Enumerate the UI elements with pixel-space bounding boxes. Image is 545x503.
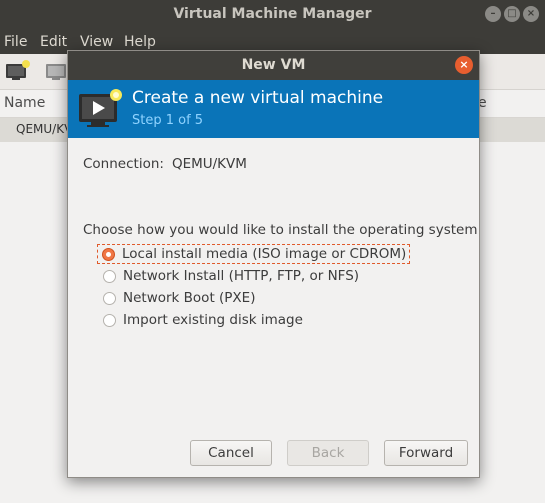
back-button[interactable]: Back xyxy=(287,440,369,466)
dialog-close-icon[interactable]: × xyxy=(455,56,473,74)
radio-button[interactable] xyxy=(103,291,116,305)
radio-button-selected[interactable] xyxy=(102,247,115,261)
cancel-button[interactable]: Cancel xyxy=(190,440,272,466)
connection-label: Connection: xyxy=(83,156,164,172)
new-vm-icon xyxy=(79,89,122,127)
maximize-icon[interactable]: □ xyxy=(504,6,520,22)
radio-label: Network Boot (PXE) xyxy=(123,290,256,306)
main-titlebar: Virtual Machine Manager – □ × xyxy=(0,0,545,30)
radio-network-install[interactable]: Network Install (HTTP, FTP, or NFS) xyxy=(99,266,359,286)
forward-button[interactable]: Forward xyxy=(384,440,468,466)
window-controls: – □ × xyxy=(485,6,539,22)
radio-label: Local install media (ISO image or CDROM) xyxy=(122,246,407,262)
radio-import-disk[interactable]: Import existing disk image xyxy=(99,310,303,330)
main-window-title: Virtual Machine Manager xyxy=(173,6,372,22)
connection-info: Connection: QEMU/KVM xyxy=(83,156,247,172)
dialog-title: New VM xyxy=(241,57,306,73)
radio-button[interactable] xyxy=(103,313,116,327)
wizard-banner: Create a new virtual machine Step 1 of 5 xyxy=(68,80,479,138)
menu-edit[interactable]: Edit xyxy=(40,34,67,50)
radio-local-install[interactable]: Local install media (ISO image or CDROM) xyxy=(97,244,411,264)
radio-network-boot[interactable]: Network Boot (PXE) xyxy=(99,288,255,308)
close-icon[interactable]: × xyxy=(523,6,539,22)
banner-step: Step 1 of 5 xyxy=(132,113,204,128)
menu-view[interactable]: View xyxy=(80,34,113,50)
radio-button[interactable] xyxy=(103,269,116,283)
new-vm-icon[interactable] xyxy=(4,59,32,83)
banner-title: Create a new virtual machine xyxy=(132,88,384,108)
dialog-titlebar: New VM × xyxy=(68,51,479,80)
minimize-icon[interactable]: – xyxy=(485,6,501,22)
new-vm-dialog: New VM × Create a new virtual machine St… xyxy=(67,50,480,478)
column-name-header[interactable]: Name xyxy=(4,95,45,111)
menu-file[interactable]: File xyxy=(4,34,27,50)
connection-value: QEMU/KVM xyxy=(171,156,247,172)
menu-help[interactable]: Help xyxy=(124,34,156,50)
radio-label: Import existing disk image xyxy=(123,312,303,328)
radio-label: Network Install (HTTP, FTP, or NFS) xyxy=(123,268,360,284)
install-method-label: Choose how you would like to install the… xyxy=(83,222,478,238)
